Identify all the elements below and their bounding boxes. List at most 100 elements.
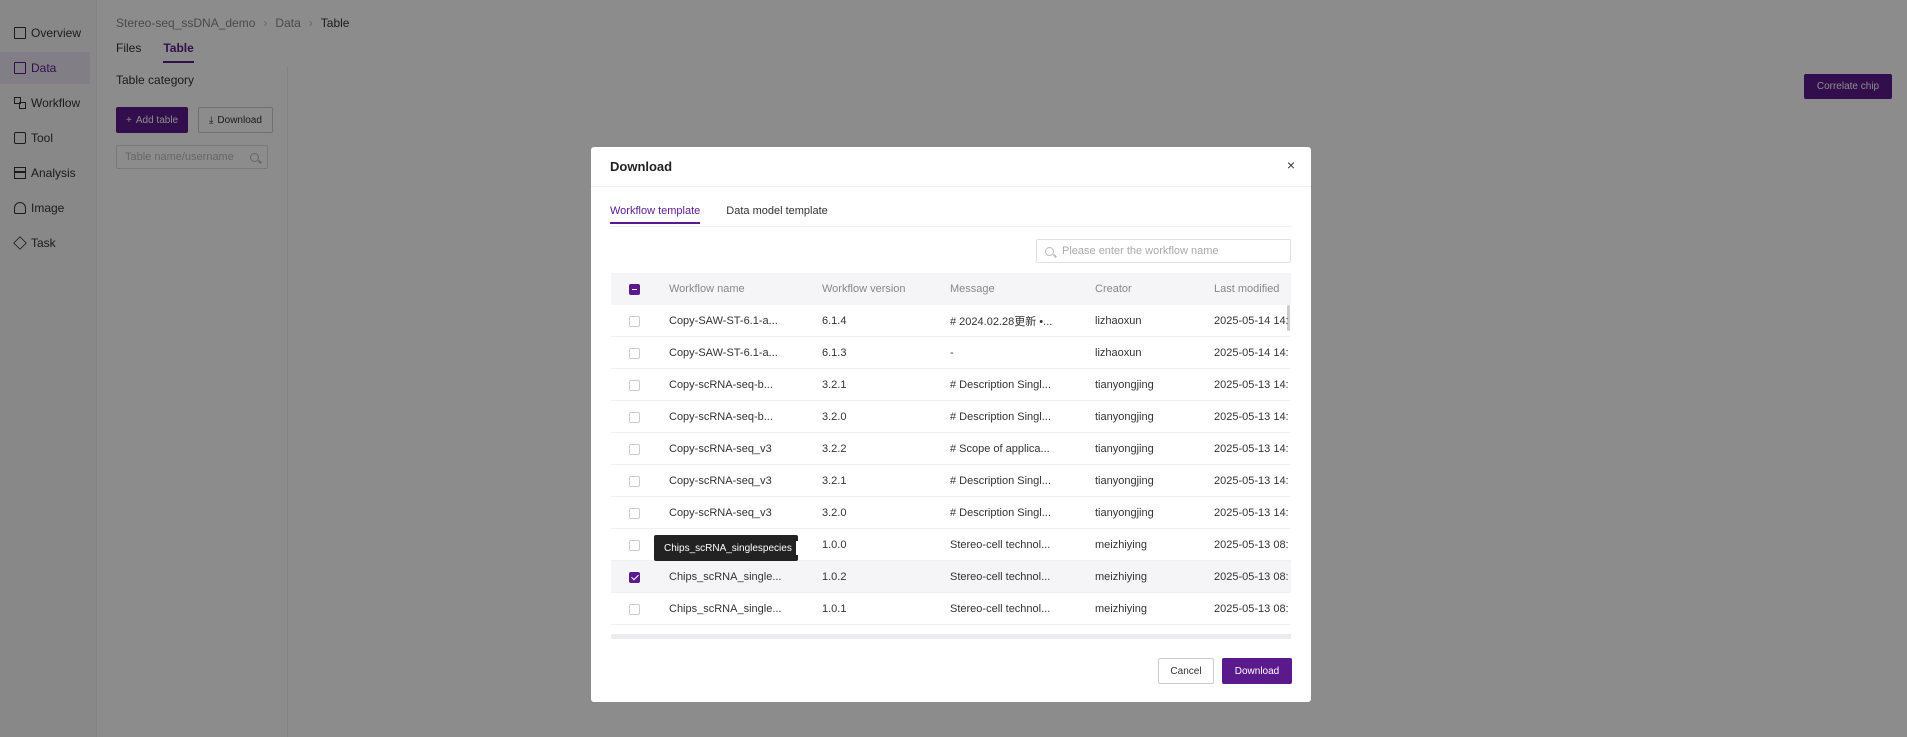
cancel-button[interactable]: Cancel	[1158, 658, 1214, 684]
cell-creator: lizhaoxun	[1095, 315, 1142, 327]
cell-workflow-name: Chips_scRNA_single...	[669, 571, 782, 583]
cell-last-modified: 2025-05-13 14:	[1214, 475, 1289, 487]
cell-workflow-version: 1.0.2	[822, 571, 847, 583]
cell-message: # Description Singl...	[950, 411, 1051, 423]
cell-creator: tianyongjing	[1095, 411, 1154, 423]
cell-message: Stereo-cell technol...	[950, 571, 1051, 583]
cell-workflow-name: Chips_scRNA_single...	[669, 603, 782, 615]
row-checkbox[interactable]	[629, 465, 643, 497]
cell-last-modified: 2025-05-13 14:	[1214, 379, 1289, 391]
table-header: Workflow name Workflow version Message C…	[611, 273, 1291, 305]
column-header-message: Message	[950, 283, 995, 295]
checkbox-icon	[629, 443, 640, 455]
column-header-creator: Creator	[1095, 283, 1132, 295]
cell-message: # 2024.02.28更新 •...	[950, 316, 1053, 328]
cell-workflow-name: Copy-scRNA-seq_v3	[669, 507, 772, 519]
cell-workflow-version: 6.1.4	[822, 315, 847, 327]
column-header-workflow-version: Workflow version	[822, 283, 906, 295]
table-row[interactable]: Copy-scRNA-seq-b... 3.2.1 # Description Si…	[611, 369, 1291, 401]
checkbox-icon	[629, 379, 640, 391]
download-modal: Download × Workflow template Data model …	[591, 147, 1311, 702]
cell-last-modified: 2025-05-13 08:	[1214, 603, 1289, 615]
cell-workflow-version: 1.0.1	[822, 603, 847, 615]
cell-creator: tianyongjing	[1095, 475, 1154, 487]
table-row[interactable]: Chips_scRNA_single... 1.0.1 Stereo-cell te…	[611, 593, 1291, 625]
cell-creator: meizhiying	[1095, 571, 1147, 583]
row-checkbox[interactable]	[629, 593, 643, 625]
cell-last-modified: 2025-05-13 14:	[1214, 411, 1289, 423]
cell-workflow-name: Copy-scRNA-seq-b...	[669, 379, 773, 391]
table-row[interactable]: Copy-scRNA-seq_v3 3.2.2 # Scope of applica…	[611, 433, 1291, 465]
cell-last-modified: 2025-05-14 14:	[1214, 347, 1289, 359]
modal-title: Download	[610, 159, 673, 174]
cell-message: # Description Singl...	[950, 507, 1051, 519]
table-row[interactable]: Copy-SAW-ST-6.1-a... 6.1.4 # 2024.02.28更新 …	[611, 305, 1291, 337]
column-header-workflow-name: Workflow name	[669, 283, 745, 295]
cell-workflow-name: Copy-SAW-ST-6.1-a...	[669, 315, 778, 327]
workflow-search-input[interactable]: Please enter the workflow name	[1036, 239, 1291, 263]
row-checkbox[interactable]	[629, 561, 643, 593]
cell-creator: meizhiying	[1095, 603, 1147, 615]
row-checkbox[interactable]	[629, 529, 643, 561]
tab-workflow-template[interactable]: Workflow template	[610, 205, 701, 224]
workflow-search-placeholder: Please enter the workflow name	[1062, 245, 1219, 257]
cell-workflow-version: 3.2.1	[822, 379, 847, 391]
cell-message: Stereo-cell technol...	[950, 603, 1051, 615]
cell-workflow-name: Copy-SAW-ST-6.1-a...	[669, 347, 778, 359]
cell-workflow-name: Copy-scRNA-seq_v3	[669, 475, 772, 487]
cell-workflow-version: 3.2.1	[822, 475, 847, 487]
row-checkbox[interactable]	[629, 369, 643, 401]
row-checkbox[interactable]	[629, 497, 643, 529]
tooltip: Chips_scRNA_singlespecies	[654, 535, 799, 561]
table-row[interactable]: Copy-scRNA-seq-b... 3.2.0 # Description Si…	[611, 401, 1291, 433]
cell-creator: meizhiying	[1095, 539, 1147, 551]
cell-message: # Description Singl...	[950, 379, 1051, 391]
close-icon[interactable]: ×	[1287, 157, 1295, 173]
cell-message: # Description Singl...	[950, 475, 1051, 487]
row-checkbox[interactable]	[629, 401, 643, 433]
checkbox-icon	[629, 347, 640, 359]
cell-message: Stereo-cell technol...	[950, 539, 1051, 551]
cell-message: # Scope of applica...	[950, 443, 1050, 455]
row-checkbox[interactable]	[629, 433, 643, 465]
cell-last-modified: 2025-05-13 08:	[1214, 571, 1289, 583]
cell-workflow-version: 3.2.2	[822, 443, 847, 455]
cell-creator: tianyongjing	[1095, 379, 1154, 391]
modal-header: Download ×	[591, 147, 1311, 187]
cell-creator: tianyongjing	[1095, 443, 1154, 455]
column-header-last-modified: Last modified	[1214, 283, 1280, 295]
checkbox-icon	[629, 315, 640, 327]
checkbox-icon	[629, 539, 640, 551]
table-row[interactable]: Copy-scRNA-seq_v3 3.2.1 # Description Sing…	[611, 465, 1291, 497]
cell-message: -	[950, 347, 954, 359]
tab-data-model-template[interactable]: Data model template	[726, 205, 828, 224]
table-row[interactable]: Copy-SAW-ST-6.1-a... 6.1.3 - lizhaoxun 2025-…	[611, 337, 1291, 369]
indeterminate-checkbox-icon	[629, 283, 640, 295]
cell-last-modified: 2025-05-13 14:	[1214, 507, 1289, 519]
row-checkbox[interactable]	[629, 305, 643, 337]
cell-last-modified: 2025-05-14 14:	[1214, 315, 1289, 327]
horizontal-scrollbar[interactable]	[611, 634, 1291, 639]
checked-checkbox-icon	[629, 571, 640, 583]
table-row[interactable]: Chips_scRNA_single... 1.0.2 Stereo-cell te…	[611, 561, 1291, 593]
cell-workflow-name: Copy-scRNA-seq-b...	[669, 411, 773, 423]
checkbox-icon	[629, 507, 640, 519]
download-button[interactable]: Download	[1222, 658, 1292, 684]
table-row[interactable]: Copy-scRNA-seq_v3 3.2.0 # Description Sing…	[611, 497, 1291, 529]
tabs-divider	[610, 226, 1291, 227]
cell-creator: tianyongjing	[1095, 507, 1154, 519]
cell-last-modified: 2025-05-13 14:	[1214, 443, 1289, 455]
checkbox-icon	[629, 475, 640, 487]
cell-workflow-version: 6.1.3	[822, 347, 847, 359]
checkbox-icon	[629, 411, 640, 423]
cell-workflow-name: Copy-scRNA-seq_v3	[669, 443, 772, 455]
workflow-table: Workflow name Workflow version Message C…	[611, 273, 1291, 639]
modal-tabs: Workflow template Data model template	[610, 205, 828, 224]
cell-workflow-version: 3.2.0	[822, 507, 847, 519]
cell-last-modified: 2025-05-13 08:	[1214, 539, 1289, 551]
checkbox-icon	[629, 603, 640, 615]
cell-workflow-version: 3.2.0	[822, 411, 847, 423]
select-all-checkbox[interactable]	[629, 273, 643, 305]
cell-creator: lizhaoxun	[1095, 347, 1142, 359]
row-checkbox[interactable]	[629, 337, 643, 369]
